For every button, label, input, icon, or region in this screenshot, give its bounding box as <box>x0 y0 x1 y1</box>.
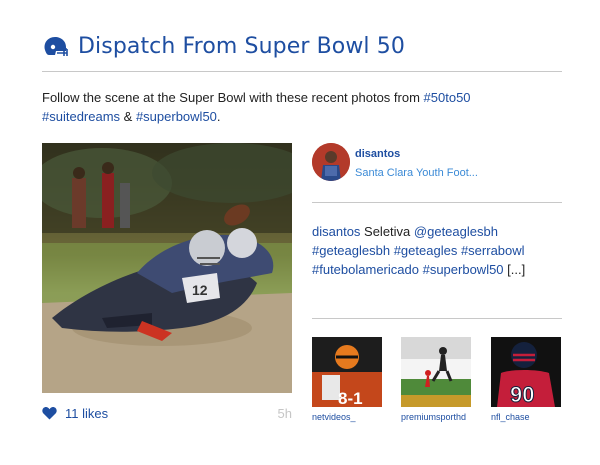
thumbnail-3-image: 90 <box>491 337 561 407</box>
intro-text: Follow the scene at the Super Bowl with … <box>42 88 562 126</box>
likes-row: 11 likes 5h <box>42 405 292 425</box>
header: Dispatch From Super Bowl 50 <box>42 30 562 70</box>
divider <box>42 71 562 72</box>
divider <box>312 318 562 319</box>
featured-photo[interactable]: 12 <box>42 143 292 393</box>
heart-icon[interactable] <box>42 406 57 420</box>
svg-text:12: 12 <box>192 282 208 298</box>
post-age: 5h <box>277 406 292 421</box>
hashtag-link[interactable]: #serrabowl <box>461 243 525 258</box>
thumbnail-1-user[interactable]: netvideos_ <box>312 412 356 422</box>
mention-link[interactable]: @geteaglesbh <box>414 224 498 239</box>
intro-period: . <box>216 109 221 124</box>
thumbnail-2-user[interactable]: premiumsporthd <box>401 412 466 422</box>
thumbnail-1-image: 8-1 <box>312 337 382 407</box>
thumbnail-3-user[interactable]: nfl_chase <box>491 412 530 422</box>
hashtag-link[interactable]: #superbowl50 <box>423 262 504 277</box>
author-location[interactable]: Santa Clara Youth Foot... <box>355 167 478 179</box>
intro-lead: Follow the scene at the Super Bowl with … <box>42 90 424 105</box>
thumbnail-1[interactable]: 8-1 <box>312 337 382 407</box>
hashtag-link[interactable]: #geteagles <box>394 243 458 258</box>
hashtag-link[interactable]: #futebolamericado <box>312 262 419 277</box>
hashtag-link[interactable]: #50to50 <box>424 90 471 105</box>
intro-ampersand: & <box>120 109 136 124</box>
thumbnail-2-image <box>401 337 471 407</box>
football-helmet-icon <box>44 37 68 56</box>
thumbnail-1-overlay: 8-1 <box>338 389 363 407</box>
likes-count[interactable]: 11 likes <box>65 406 108 421</box>
divider <box>312 202 562 203</box>
page-title: Dispatch From Super Bowl 50 <box>78 34 405 59</box>
featured-photo-image: 12 <box>42 143 292 393</box>
post-caption: disantos Seletiva @geteaglesbh #geteagles… <box>312 222 562 279</box>
thumbnail-3-overlay: 90 <box>510 382 534 407</box>
avatar[interactable] <box>312 143 350 181</box>
thumbnail-2[interactable] <box>401 337 471 407</box>
thumbnail-3[interactable]: 90 <box>491 337 561 407</box>
hashtag-link[interactable]: #superbowl50 <box>136 109 217 124</box>
caption-text: Seletiva <box>360 224 414 239</box>
caption-more[interactable]: [...] <box>507 262 525 277</box>
author-username[interactable]: disantos <box>355 148 400 160</box>
hashtag-link[interactable]: #suitedreams <box>42 109 120 124</box>
caption-username[interactable]: disantos <box>312 224 360 239</box>
hashtag-link[interactable]: #geteaglesbh <box>312 243 390 258</box>
